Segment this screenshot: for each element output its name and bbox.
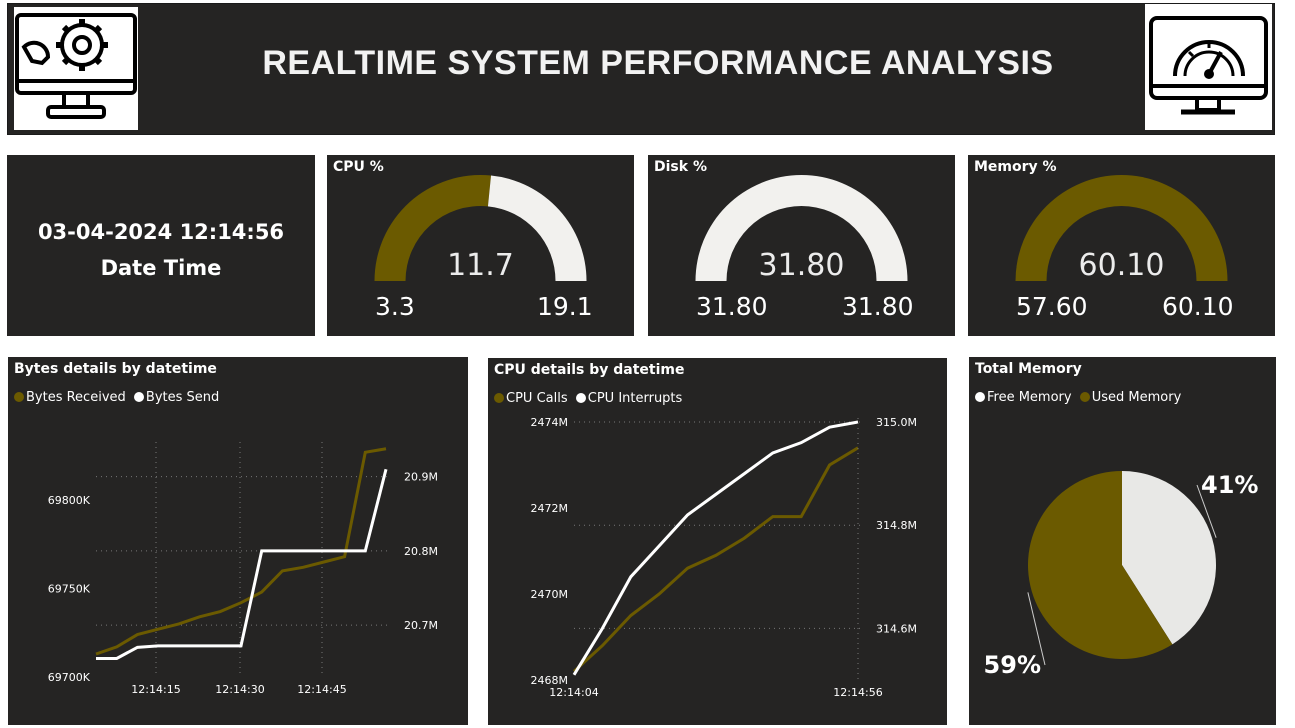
y-axis-right-tick-label: 314.6M [876,622,917,635]
y-axis-left-tick-label: 2470M [531,588,569,601]
series-line-cpu-calls [572,446,859,673]
y-axis-left-tick-label: 69800K [48,494,91,507]
x-axis-tick-label: 12:14:30 [215,683,264,696]
datetime-card: 03-04-2024 12:14:56 Date Time [7,155,315,336]
y-axis-right-tick-label: 20.9M [404,471,438,484]
bytes-line-chart[interactable]: 69800K 69750K 69700K 20.9M 20.8M 20.7M 12:14:1… [8,357,468,725]
y-axis-left-tick-label: 2472M [531,502,569,515]
page-title: REALTIME SYSTEM PERFORMANCE ANALYSIS [262,44,1054,82]
y-axis-right-tick-label: 20.8M [404,545,438,558]
cpu-chart-card: CPU details by datetime CPU Calls CPU In… [488,358,947,725]
memory-pie-card: Total Memory Free Memory Used Memory 41%… [969,357,1276,725]
speedometer-monitor-logo [1145,4,1272,130]
cpu-gauge-card: CPU % 11.7 3.3 19.1 [327,155,634,336]
speedometer-monitor-icon [1149,16,1268,115]
memory-gauge-value: 60.10 [1078,248,1165,283]
header-bar: REALTIME SYSTEM PERFORMANCE ANALYSIS [7,3,1275,135]
x-axis-tick-label: 12:14:56 [833,686,882,699]
memory-gauge-min: 57.60 [1016,292,1088,321]
disk-gauge-max: 31.80 [842,292,914,321]
datetime-value: 03-04-2024 12:14:56 [37,220,285,244]
pie-data-label: 41% [1201,471,1258,499]
memory-gauge-max: 60.10 [1162,292,1234,321]
x-axis-tick-label: 12:14:04 [549,686,598,699]
datetime-label: Date Time [100,256,222,280]
y-axis-right-tick-label: 315.0M [876,416,917,429]
x-axis-tick-label: 12:14:45 [297,683,346,696]
y-axis-left-tick-label: 69700K [48,671,91,684]
y-axis-left-tick-label: 69750K [48,583,91,596]
settings-monitor-logo [14,7,138,130]
x-axis-tick-label: 12:14:15 [131,683,180,696]
y-axis-right-tick-label: 20.7M [404,619,438,632]
memory-gauge-card: Memory % 60.10 57.60 60.10 [968,155,1275,336]
disk-gauge-min: 31.80 [696,292,768,321]
cpu-gauge-max: 19.1 [537,292,593,321]
series-line-bytes-send [96,468,388,660]
series-line-cpu-interrupts [572,420,859,676]
bytes-chart-card: Bytes details by datetime Bytes Received… [8,357,468,725]
disk-gauge-card: Disk % 31.80 31.80 31.80 [648,155,955,336]
pie-data-label: 59% [984,651,1041,679]
disk-gauge-value: 31.80 [758,248,845,283]
memory-pie-chart[interactable]: 41% 59% [969,357,1276,725]
settings-monitor-icon [15,13,137,119]
cpu-gauge-value: 11.7 [447,248,514,283]
y-axis-left-tick-label: 2474M [531,416,569,429]
cpu-line-chart[interactable]: 2474M2472M2470M2468M315.0M314.8M314.6M12… [488,358,947,725]
y-axis-right-tick-label: 314.8M [876,519,917,532]
cpu-gauge-min: 3.3 [375,292,415,321]
